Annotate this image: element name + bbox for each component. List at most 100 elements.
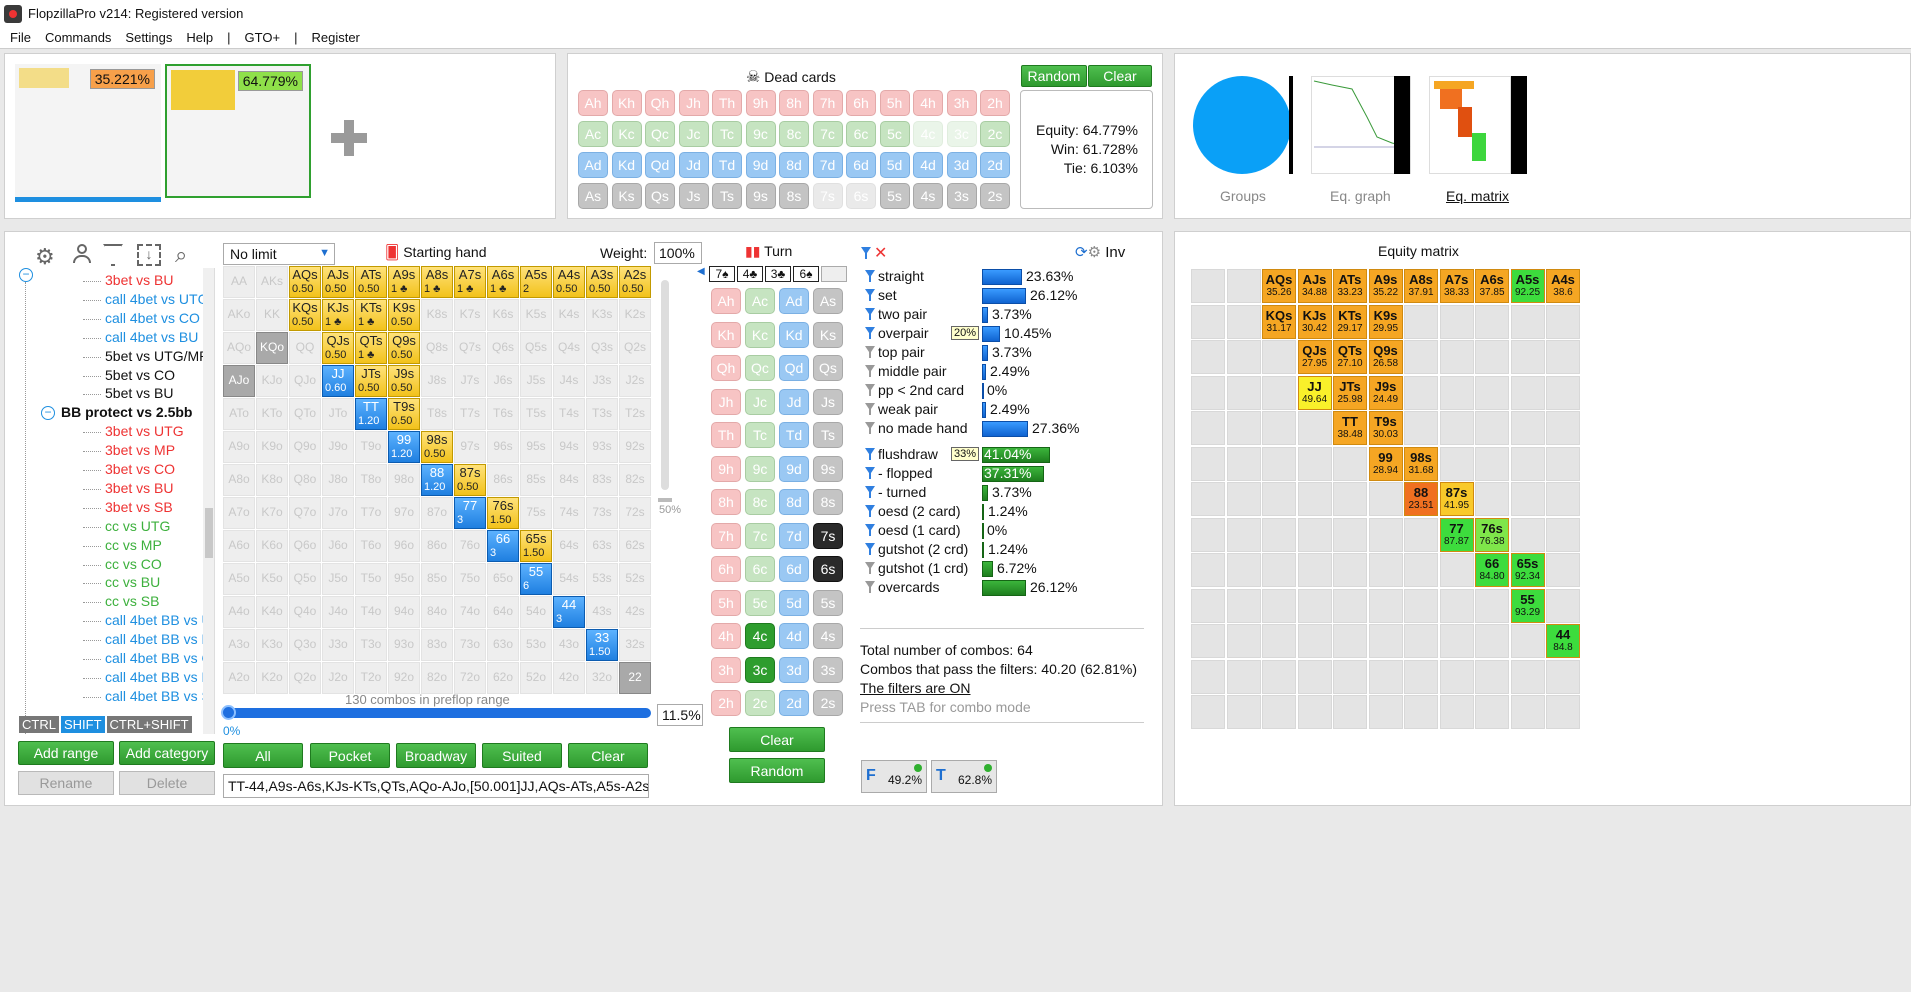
equity-cell[interactable]: 77 87.87: [1439, 517, 1474, 552]
hand-cell[interactable]: QTs 1 ♣: [355, 332, 387, 364]
stat-row[interactable]: set: [865, 287, 897, 305]
equity-cell[interactable]: A9s 35.22: [1368, 269, 1403, 303]
filter-icon[interactable]: [865, 384, 875, 396]
equity-cell[interactable]: [1297, 553, 1332, 587]
hand-cell[interactable]: K5s: [520, 299, 552, 331]
hand-cell[interactable]: 32o: [586, 662, 618, 694]
equity-cell[interactable]: [1439, 446, 1474, 481]
hand-cell[interactable]: K9s 0.50: [388, 299, 420, 331]
hand-cell[interactable]: A4o: [223, 596, 255, 628]
turn-card[interactable]: Kc: [745, 321, 775, 348]
dead-card[interactable]: 7c: [812, 121, 843, 147]
hand-cell[interactable]: 93o: [388, 629, 420, 661]
hand-cell[interactable]: 82s: [619, 464, 651, 496]
collapse-icon[interactable]: −: [41, 406, 55, 421]
hand-cell[interactable]: QJo: [289, 365, 321, 397]
dead-card[interactable]: 6h: [846, 90, 876, 116]
turn-card[interactable]: Th: [711, 422, 741, 448]
filters-on[interactable]: The filters are ON: [860, 679, 1137, 698]
equity-cell[interactable]: [1439, 624, 1474, 658]
equity-cell[interactable]: [1404, 588, 1438, 623]
delete-button[interactable]: Delete: [119, 771, 215, 795]
hand-cell[interactable]: T4o: [355, 596, 387, 628]
turn-card[interactable]: Qh: [711, 355, 741, 381]
tree-range-item[interactable]: call 4bet BB vs MP: [105, 631, 214, 647]
equity-cell[interactable]: [1475, 659, 1509, 694]
hand-cell[interactable]: K6s: [487, 299, 519, 331]
turn-card[interactable]: 3d: [779, 656, 809, 683]
hand-cell[interactable]: J7o: [322, 497, 354, 529]
equity-cell[interactable]: [1368, 588, 1403, 623]
equity-cell[interactable]: [1546, 659, 1580, 694]
equity-cell[interactable]: [1475, 446, 1509, 481]
stat-row[interactable]: straight: [865, 268, 924, 286]
stat-row[interactable]: oesd (2 card): [865, 503, 960, 521]
equity-cell[interactable]: [1404, 340, 1438, 374]
equity-cell[interactable]: A7s 38.33: [1439, 269, 1474, 303]
equity-cell[interactable]: [1226, 304, 1261, 339]
equity-cell[interactable]: [1333, 446, 1367, 481]
weight-slider[interactable]: [661, 280, 669, 490]
add-range-button[interactable]: Add range: [18, 741, 114, 765]
turn-card[interactable]: Js: [813, 388, 843, 415]
equity-cell[interactable]: [1510, 340, 1545, 374]
equity-cell[interactable]: [1404, 375, 1438, 410]
dead-card[interactable]: 3d: [946, 152, 977, 178]
dead-random-button[interactable]: Random: [1021, 65, 1087, 87]
hand-cell[interactable]: A6s 1 ♣: [487, 266, 519, 298]
equity-cell[interactable]: [1439, 588, 1474, 623]
turn-card[interactable]: Jh: [711, 388, 741, 415]
board-card[interactable]: 4♣: [737, 266, 763, 282]
stat-row[interactable]: no made hand: [865, 420, 968, 438]
board-left-arrow[interactable]: ◀: [697, 266, 705, 277]
equity-cell[interactable]: [1191, 411, 1225, 445]
turn-card[interactable]: Td: [779, 422, 809, 448]
hand-cell[interactable]: 84s: [553, 464, 585, 496]
limit-select[interactable]: No limit ▼: [223, 243, 335, 265]
hand-cell[interactable]: 54s: [553, 563, 585, 595]
hand-cell[interactable]: A8s 1 ♣: [421, 266, 453, 298]
equity-cell[interactable]: [1297, 517, 1332, 552]
hand-cell[interactable]: 65s 1.50: [520, 530, 552, 562]
hand-cell[interactable]: T5s: [520, 398, 552, 430]
hand-cell[interactable]: A8o: [223, 464, 255, 496]
equity-cell[interactable]: [1475, 340, 1509, 374]
equity-cell[interactable]: [1333, 553, 1367, 587]
turn-card[interactable]: 8s: [813, 489, 843, 515]
equity-cell[interactable]: [1368, 517, 1403, 552]
equity-cell[interactable]: 87s 41.95: [1439, 482, 1474, 516]
hand-cell[interactable]: 85o: [421, 563, 453, 595]
equity-cell[interactable]: [1546, 482, 1580, 516]
dead-card[interactable]: Qh: [645, 90, 675, 116]
equity-cell[interactable]: [1475, 375, 1509, 410]
hand-cell[interactable]: 73o: [454, 629, 486, 661]
filter-icon[interactable]: [865, 270, 875, 282]
tree-range-item[interactable]: cc vs CO: [105, 556, 162, 572]
add-range-plus-icon[interactable]: [331, 120, 367, 156]
hand-cell[interactable]: J5o: [322, 563, 354, 595]
hand-cell[interactable]: K2o: [256, 662, 288, 694]
equity-cell[interactable]: [1404, 624, 1438, 658]
turn-card[interactable]: 8c: [745, 489, 775, 515]
hand-cell[interactable]: KK: [256, 299, 288, 331]
hand-cell[interactable]: K6o: [256, 530, 288, 562]
hand-cell[interactable]: J5s: [520, 365, 552, 397]
filter-icon[interactable]: [865, 448, 875, 460]
equity-cell[interactable]: TT 38.48: [1333, 411, 1367, 445]
eq-graph-label[interactable]: Eq. graph: [1330, 188, 1391, 204]
board-card[interactable]: 7♠: [709, 266, 735, 282]
stat-row[interactable]: pp < 2nd card: [865, 382, 964, 400]
hand-cell[interactable]: 86s: [487, 464, 519, 496]
range-percent-input[interactable]: 11.5%: [657, 704, 703, 726]
hand-cell[interactable]: J6s: [487, 365, 519, 397]
turn-card[interactable]: As: [813, 288, 843, 314]
dead-card[interactable]: 2d: [980, 152, 1010, 178]
turn-random-button[interactable]: Random: [729, 758, 825, 783]
equity-cell[interactable]: [1404, 304, 1438, 339]
tree-range-item[interactable]: call 4bet vs BU: [105, 329, 198, 345]
hand-cell[interactable]: T9s 0.50: [388, 398, 420, 430]
equity-cell[interactable]: 55 93.29: [1510, 588, 1545, 623]
hand-cell[interactable]: 74s: [553, 497, 585, 529]
hand-cell[interactable]: 94o: [388, 596, 420, 628]
range-text-input[interactable]: TT-44,A9s-A6s,KJs-KTs,QTs,AQo-AJo,[50.00…: [223, 774, 649, 798]
